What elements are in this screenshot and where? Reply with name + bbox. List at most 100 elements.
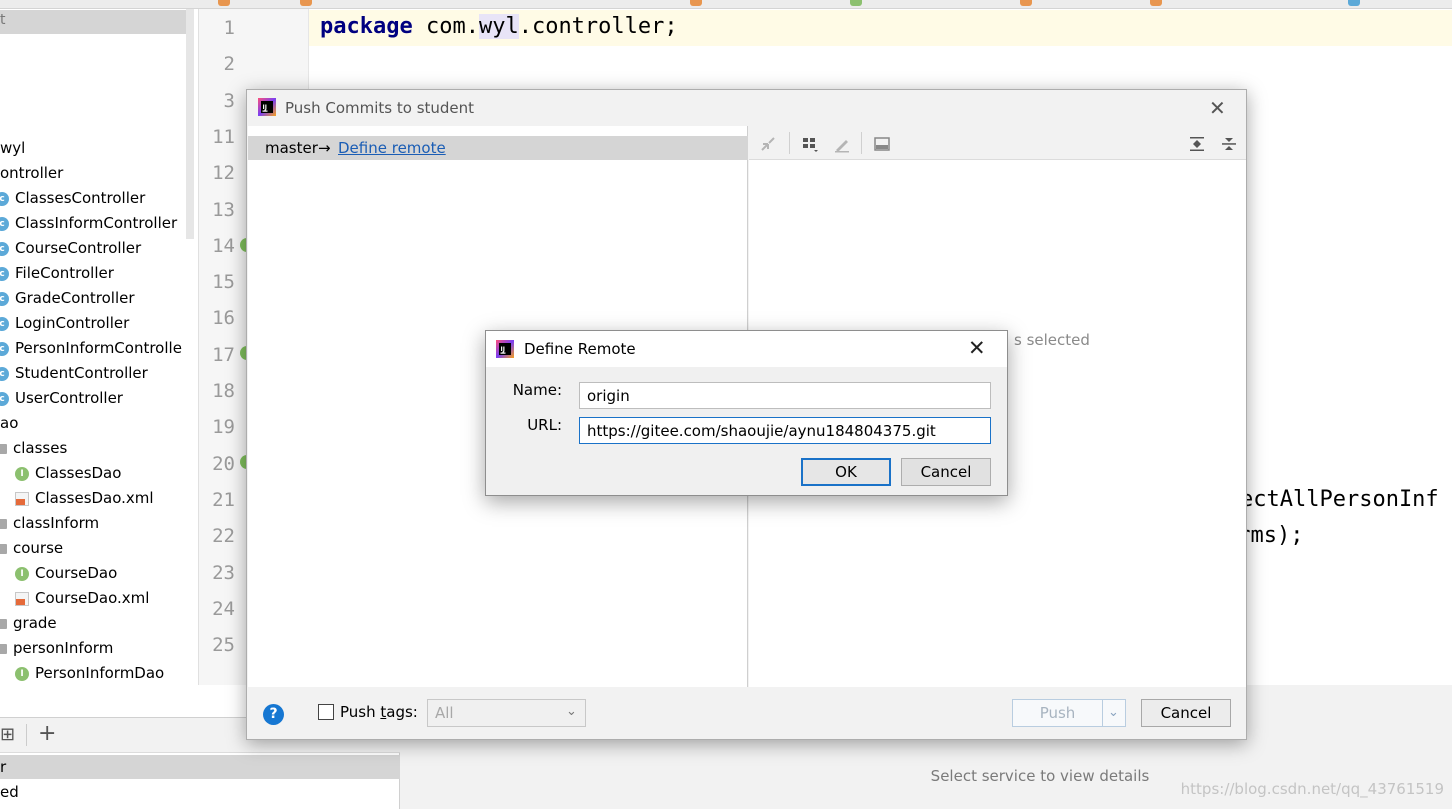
tree-item-label: UserController: [15, 389, 123, 407]
define-remote-link[interactable]: Define remote: [338, 139, 446, 157]
folder-icon: [0, 543, 7, 554]
editor-tab-strip: [0, 0, 1452, 9]
code-line-1: package com.wyl.controller;: [320, 14, 678, 39]
services-selected-row[interactable]: r: [0, 755, 400, 779]
class-icon: c: [0, 216, 9, 231]
svg-text:IJ: IJ: [501, 346, 505, 353]
tree-item[interactable]: course: [0, 536, 63, 561]
remote-name-input[interactable]: [579, 382, 991, 409]
tree-item[interactable]: c ClassesController: [0, 186, 145, 211]
expand-all-icon[interactable]: [1188, 135, 1206, 153]
intellij-logo-icon: IJ: [496, 340, 514, 358]
tree-item-label: course: [13, 539, 64, 557]
cancel-button[interactable]: Cancel: [1141, 699, 1231, 727]
close-icon[interactable]: ✕: [968, 336, 986, 360]
project-scrollbar[interactable]: [186, 9, 194, 239]
tree-item-label: PersonInformDao: [35, 664, 165, 682]
tree-item-label: ClassesDao.xml: [35, 489, 154, 507]
cancel-button[interactable]: Cancel: [901, 458, 991, 486]
tree-item[interactable]: c GradeController: [0, 286, 135, 311]
edit-icon[interactable]: [833, 135, 851, 153]
add-group-icon[interactable]: ⊞: [0, 724, 15, 745]
add-service-icon[interactable]: +: [38, 721, 56, 746]
push-tags-select[interactable]: All ⌄: [427, 699, 586, 727]
tab-file-icon: [690, 0, 702, 6]
package-highlight: wyl: [478, 14, 519, 39]
push-button[interactable]: Push ⌄: [1012, 699, 1126, 727]
tree-item[interactable]: c CourseController: [0, 236, 141, 261]
remote-url-input[interactable]: [579, 417, 991, 444]
line-number: 17: [212, 343, 235, 366]
url-label: URL:: [527, 416, 562, 434]
help-icon[interactable]: ?: [263, 704, 284, 725]
no-commits-selected-message: s selected: [1014, 331, 1090, 349]
xml-file-icon: [15, 591, 29, 606]
svg-text:IJ: IJ: [263, 104, 267, 111]
tree-item[interactable]: I CourseDao: [15, 561, 117, 586]
project-selected-row[interactable]: t: [0, 10, 186, 34]
interface-icon: I: [15, 666, 29, 681]
tree-item[interactable]: c PersonInformControlle: [0, 336, 182, 361]
tree-item[interactable]: I PersonInformDao: [15, 661, 164, 685]
tree-item[interactable]: personInform: [0, 636, 113, 661]
ok-button[interactable]: OK: [801, 458, 891, 486]
preview-icon[interactable]: [873, 135, 891, 153]
folder-icon: [0, 618, 7, 629]
tab-file-icon: [1150, 0, 1162, 6]
toolbar-separator: [26, 724, 27, 746]
tab-file-icon: [1020, 0, 1032, 6]
tree-item[interactable]: c ClassInformController: [0, 211, 177, 236]
tree-item[interactable]: c StudentController: [0, 361, 148, 386]
services-row-label: r: [0, 758, 7, 776]
define-remote-title: Define Remote: [524, 340, 636, 358]
tree-item-label: ClassesDao: [35, 464, 122, 482]
tree-item[interactable]: ClassesDao.xml: [15, 486, 154, 511]
tree-item[interactable]: ao: [0, 411, 18, 436]
tree-item-label: wyl: [0, 139, 26, 157]
chevron-down-icon[interactable]: ⌄: [1108, 705, 1119, 720]
tree-item[interactable]: ontroller: [0, 161, 63, 186]
close-icon[interactable]: ✕: [1209, 96, 1226, 120]
keyword-package: package: [320, 14, 413, 39]
name-label: Name:: [512, 381, 562, 399]
details-toolbar: [749, 126, 1246, 160]
branch-row[interactable]: master → Define remote: [248, 136, 748, 160]
tree-item[interactable]: wyl: [0, 136, 25, 161]
line-number: 22: [212, 525, 235, 548]
line-number: 16: [212, 307, 235, 330]
package-suffix: .controller;: [518, 14, 678, 39]
class-icon: c: [0, 341, 9, 356]
tree-item-label: CourseDao.xml: [35, 589, 150, 607]
tab-file-icon: [300, 0, 312, 6]
intellij-logo-icon: IJ: [258, 98, 276, 116]
branch-name: master: [265, 139, 318, 157]
tree-item[interactable]: c LoginController: [0, 311, 129, 336]
tree-item-label: CourseDao: [35, 564, 118, 582]
tree-item[interactable]: grade: [0, 611, 57, 636]
code-fragment-select: ectAllPersonInf: [1240, 487, 1439, 512]
class-icon: c: [0, 366, 9, 381]
split-divider: [1102, 700, 1103, 726]
class-icon: c: [0, 241, 9, 256]
collapse-all-icon[interactable]: [1220, 135, 1238, 153]
push-tags-checkbox[interactable]: [318, 704, 334, 720]
folder-icon: [0, 643, 7, 654]
toolbar-separator: [861, 132, 862, 154]
line-number: 19: [212, 416, 235, 439]
tree-item[interactable]: I ClassesDao: [15, 461, 121, 486]
class-icon: c: [0, 191, 9, 206]
define-remote-body: Name: URL: OK Cancel: [486, 367, 1007, 495]
chevron-down-icon: ⌄: [566, 704, 577, 719]
tree-item-label: classes: [13, 439, 68, 457]
tree-item[interactable]: classInform: [0, 511, 99, 536]
tree-item[interactable]: classes: [0, 436, 67, 461]
group-by-icon[interactable]: [801, 135, 819, 153]
tree-item[interactable]: c FileController: [0, 261, 114, 286]
tree-item-label: classInform: [13, 514, 100, 532]
tree-item[interactable]: CourseDao.xml: [15, 586, 149, 611]
tree-item-label: ao: [0, 414, 19, 432]
services-row-label[interactable]: ed: [0, 783, 19, 801]
push-tags-label: Push tags:: [340, 703, 418, 721]
collapse-arrows-icon[interactable]: [759, 135, 777, 153]
tree-item[interactable]: c UserController: [0, 386, 123, 411]
